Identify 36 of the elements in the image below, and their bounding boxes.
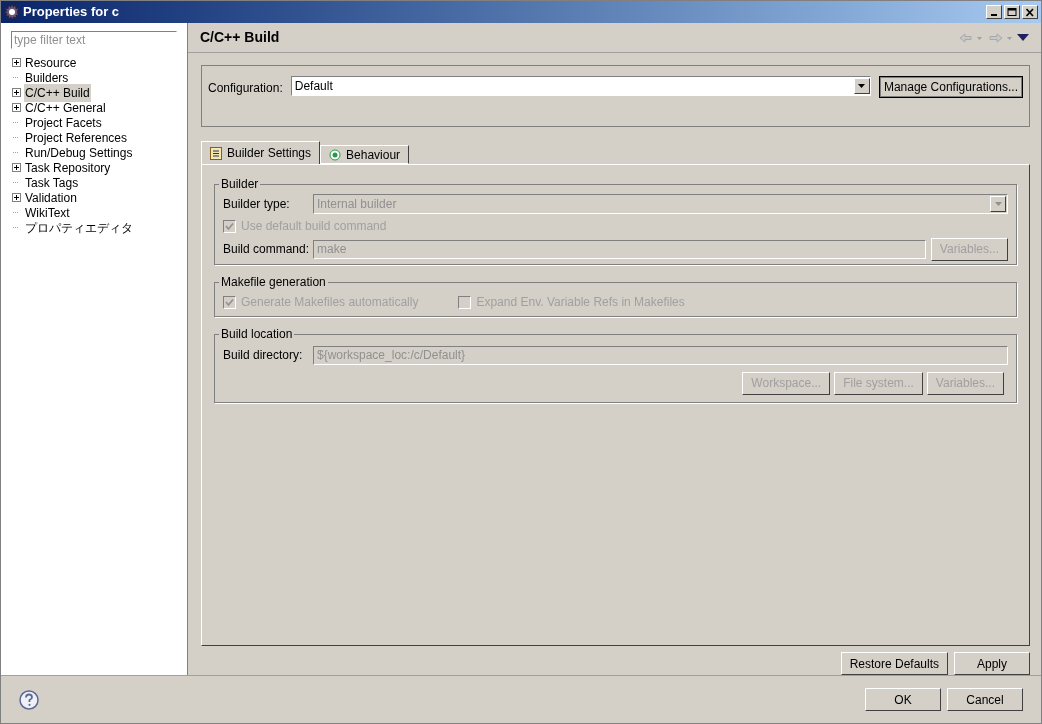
window-title: Properties for c: [23, 3, 121, 22]
gear-icon: [4, 4, 20, 20]
close-button[interactable]: [1022, 5, 1038, 19]
view-menu-icon[interactable]: [1017, 34, 1029, 41]
tab[interactable]: Builder Settings: [201, 141, 321, 164]
expand-icon[interactable]: [11, 163, 21, 172]
expand-icon[interactable]: [11, 103, 21, 112]
help-icon[interactable]: [19, 689, 39, 710]
tree-item[interactable]: C/C++ Build: [24, 83, 91, 102]
close-icon: [1025, 7, 1035, 17]
expand-icon[interactable]: [11, 58, 21, 67]
dialog-button[interactable]: Cancel: [947, 688, 1023, 711]
radio-icon: [329, 148, 342, 161]
minimize-button[interactable]: [986, 5, 1002, 19]
field-label: Build directory:: [223, 347, 304, 364]
filter-field[interactable]: type filter text: [11, 31, 177, 49]
dialog-button[interactable]: OK: [865, 688, 941, 711]
list-icon: [210, 146, 222, 160]
field-label: Build command:: [223, 241, 310, 258]
group-title: Build location: [220, 326, 294, 343]
maximize-icon: [1007, 7, 1017, 17]
field-label: Configuration:: [208, 80, 283, 97]
page-title: C/C++ Build: [200, 28, 281, 47]
field-label: Builder type:: [223, 196, 291, 213]
group-title: Makefile generation: [220, 274, 327, 291]
dialog-button[interactable]: Restore Defaults: [840, 652, 948, 675]
configuration-dropdown[interactable]: Default: [290, 76, 871, 96]
expand-icon[interactable]: [11, 88, 21, 97]
tab[interactable]: Behaviour: [320, 145, 410, 164]
expand-icon[interactable]: [11, 193, 21, 202]
dialog-button[interactable]: Apply: [954, 652, 1030, 675]
manage-configurations-button[interactable]: Manage Configurations...: [878, 76, 1023, 98]
tree-item[interactable]: Task Tags: [24, 173, 80, 192]
maximize-button[interactable]: [1004, 5, 1020, 19]
minimize-icon: [991, 14, 997, 16]
group-title: Builder: [220, 176, 260, 193]
